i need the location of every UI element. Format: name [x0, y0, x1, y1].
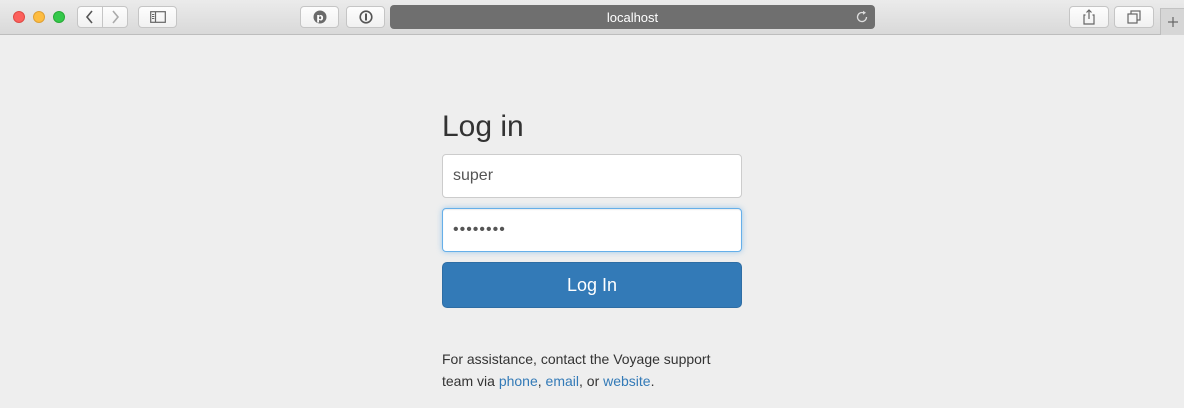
separator: , [537, 373, 546, 389]
back-button[interactable] [77, 6, 103, 28]
website-link[interactable]: website [603, 373, 650, 389]
pinterest-icon: p [313, 10, 326, 24]
password-icon [358, 10, 373, 24]
separator: , or [579, 373, 604, 389]
assistance-text: For assistance, contact the Voyage suppo… [442, 348, 732, 392]
address-text: localhost [606, 9, 659, 25]
login-button[interactable]: Log In [442, 262, 742, 308]
history-nav [77, 6, 129, 28]
browser-toolbar: p localhost [0, 0, 1184, 35]
phone-link[interactable]: phone [499, 373, 538, 389]
period: . [650, 373, 655, 389]
password-extension-button[interactable] [346, 6, 385, 28]
sidebar-icon [149, 11, 166, 23]
reload-icon[interactable] [855, 10, 869, 24]
tabs-icon [1127, 10, 1141, 24]
new-tab-button[interactable] [1160, 8, 1184, 35]
forward-button[interactable] [102, 6, 128, 28]
forward-icon [112, 10, 120, 24]
close-window-button[interactable] [13, 11, 25, 23]
share-button[interactable] [1069, 6, 1109, 28]
email-link[interactable]: email [546, 373, 579, 389]
username-input[interactable] [442, 154, 742, 198]
share-icon [1083, 9, 1095, 25]
page-title: Log in [442, 110, 524, 143]
svg-text:p: p [316, 13, 323, 24]
maximize-window-button[interactable] [53, 11, 65, 23]
plus-icon [1167, 17, 1178, 27]
back-icon [85, 10, 93, 24]
pinterest-extension-button[interactable]: p [300, 6, 339, 28]
minimize-window-button[interactable] [33, 11, 45, 23]
login-form: Log in Log In For assistance, contact th… [442, 108, 742, 406]
password-input[interactable] [442, 208, 742, 252]
tabs-overview-button[interactable] [1114, 6, 1154, 28]
address-bar[interactable]: localhost [390, 5, 875, 29]
sidebar-button[interactable] [138, 6, 177, 28]
